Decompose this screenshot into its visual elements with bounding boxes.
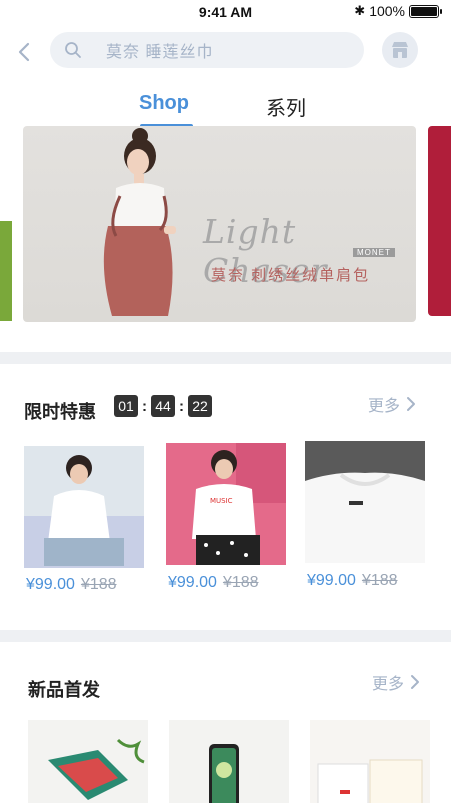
product-price-row: ¥99.00 ¥188 — [168, 574, 259, 592]
search-input[interactable]: 莫奈 睡莲丝巾 — [50, 32, 364, 68]
new-product-card[interactable] — [28, 720, 148, 803]
product-price: ¥99.00 — [26, 576, 75, 593]
more-label: 更多 — [372, 676, 405, 693]
store-icon — [392, 42, 408, 58]
status-bar: 9:41 AM ✱ 100% — [0, 0, 451, 24]
product-price-row: ¥99.00 ¥188 — [26, 576, 117, 594]
status-right: ✱ 100% — [354, 3, 442, 19]
top-bar: 莫奈 睡莲丝巾 — [0, 30, 451, 74]
product-image — [28, 720, 148, 803]
new-arrivals-title: 新品首发 — [28, 680, 100, 700]
new-arrivals-more-link[interactable]: 更多 — [372, 670, 420, 694]
flash-sale-title: 限时特惠 — [24, 402, 96, 422]
tab-series[interactable]: 系列 — [266, 92, 306, 121]
banner-peek-left[interactable] — [0, 221, 12, 321]
product-card[interactable] — [305, 441, 425, 563]
countdown-seconds: 22 — [188, 395, 212, 417]
svg-text:MUSIC: MUSIC — [210, 497, 233, 505]
product-original-price: ¥188 — [222, 574, 259, 591]
battery-icon — [409, 4, 442, 18]
product-image — [310, 720, 430, 803]
banner-peek-right[interactable] — [428, 126, 451, 316]
chevron-right-icon — [411, 675, 420, 689]
section-divider — [0, 630, 451, 642]
bluetooth-icon: ✱ — [354, 3, 366, 18]
product-image: MUSIC — [166, 443, 286, 565]
search-placeholder: 莫奈 睡莲丝巾 — [106, 44, 214, 61]
battery-percent: 100% — [369, 3, 405, 19]
flash-sale-more-link[interactable]: 更多 — [368, 392, 416, 416]
store-button[interactable] — [382, 32, 418, 68]
product-image — [169, 720, 289, 803]
countdown-timer: 01 : 44 : 22 — [114, 395, 212, 417]
new-product-card[interactable] — [169, 720, 289, 803]
banner-brand: MONET — [353, 248, 395, 257]
chevron-right-icon — [407, 397, 416, 411]
product-card[interactable] — [24, 446, 144, 568]
new-product-card[interactable] — [310, 720, 430, 803]
more-label: 更多 — [368, 398, 401, 415]
banner-model-image — [103, 128, 176, 316]
product-image — [24, 446, 144, 568]
countdown-hours: 01 — [114, 395, 138, 417]
product-price: ¥99.00 — [307, 572, 356, 589]
banner-caption: 莫奈 刺绣丝绒单肩包 — [211, 267, 371, 284]
banner-slide[interactable]: Light Chaser MONET 莫奈 刺绣丝绒单肩包 — [23, 126, 416, 322]
product-original-price: ¥188 — [80, 576, 117, 593]
product-original-price: ¥188 — [361, 572, 398, 589]
search-icon — [65, 42, 81, 58]
back-icon[interactable] — [12, 38, 38, 66]
product-card[interactable]: MUSIC — [166, 443, 286, 565]
banner-carousel[interactable]: Light Chaser MONET 莫奈 刺绣丝绒单肩包 — [0, 126, 451, 326]
tab-shop[interactable]: Shop — [139, 92, 189, 115]
section-divider — [0, 352, 451, 364]
product-price: ¥99.00 — [168, 574, 217, 591]
countdown-minutes: 44 — [151, 395, 175, 417]
product-price-row: ¥99.00 ¥188 — [307, 572, 398, 590]
product-image — [305, 441, 425, 563]
